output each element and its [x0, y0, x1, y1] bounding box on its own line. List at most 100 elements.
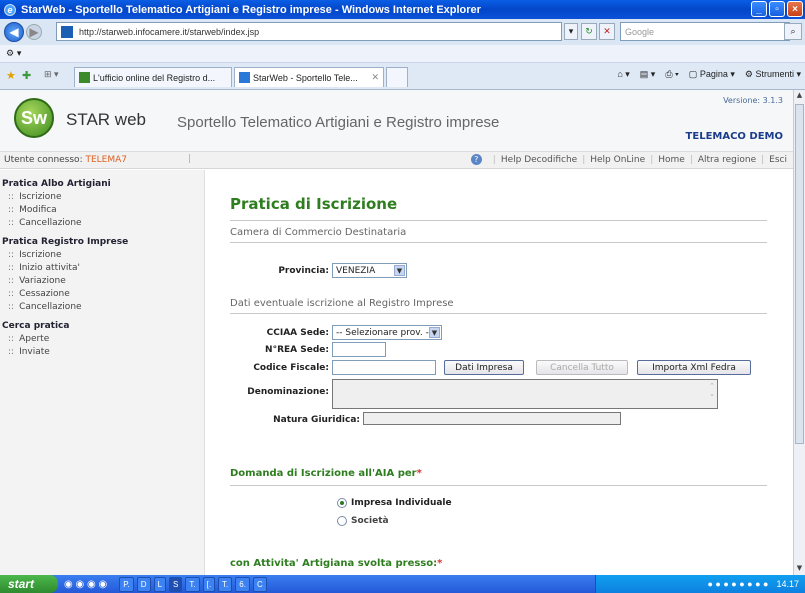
divider — [230, 242, 767, 243]
address-toolbar: ◀ ▶ http://starweb.infocamere.it/starweb… — [0, 19, 805, 45]
radio-societa[interactable]: Società — [337, 516, 389, 526]
sidebar-item-ri-cancellazione[interactable]: :: Cancellazione — [0, 299, 204, 312]
required-mark: * — [416, 468, 422, 479]
sidebar-item-albo-cancellazione[interactable]: :: Cancellazione — [0, 215, 204, 228]
divider — [230, 220, 767, 221]
scroll-down-icon[interactable]: ▼ — [795, 564, 804, 574]
connected-user: Utente connesso: TELEMA7 — [4, 155, 128, 165]
denominazione-label: Denominazione: — [247, 387, 329, 397]
maximize-button[interactable]: ▫ — [769, 1, 785, 17]
search-input[interactable]: Google — [620, 22, 790, 41]
dati-impresa-button[interactable]: Dati Impresa — [444, 360, 524, 375]
tools-menu[interactable]: ⚙ Strumenti ▾ — [745, 69, 801, 80]
tab-label: StarWeb - Sportello Tele... — [253, 72, 358, 83]
cancella-tutto-button[interactable]: Cancella Tutto — [536, 360, 628, 375]
tab-label: L'ufficio online del Registro d... — [93, 72, 216, 83]
favorites-star-icon[interactable]: ★ — [6, 69, 16, 82]
sidebar-item-ri-cessazione[interactable]: :: Cessazione — [0, 286, 204, 299]
tab-favicon — [239, 72, 250, 83]
registro-section-title: Dati eventuale iscrizione al Registro Im… — [230, 298, 454, 309]
radio-selected-icon — [337, 498, 347, 508]
help-icon[interactable]: ? — [470, 154, 482, 165]
sidebar-section-registro: Pratica Registro Imprese — [2, 237, 129, 247]
taskbar-item[interactable]: L — [153, 576, 167, 592]
sidebar-item-ri-iscrizione[interactable]: :: Iscrizione — [0, 247, 204, 260]
natura-giuridica-input[interactable] — [363, 412, 621, 425]
cciaa-label: CCIAA Sede: — [266, 328, 329, 338]
tab-registro[interactable]: L'ufficio online del Registro d... — [74, 67, 232, 87]
search-placeholder: Google — [625, 26, 655, 37]
tab-starweb[interactable]: StarWeb - Sportello Tele... ✕ — [234, 67, 384, 87]
toolbar-extra-icon[interactable]: ⚙ ▾ — [6, 49, 21, 59]
site-favicon — [61, 26, 73, 38]
sidebar-item-albo-modifica[interactable]: :: Modifica — [0, 202, 204, 215]
taskbar-item[interactable]: P. — [119, 576, 134, 592]
back-button[interactable]: ◀ — [4, 22, 24, 42]
page-scrollbar[interactable]: ▲ ▼ — [793, 90, 805, 575]
tab-close-icon[interactable]: ✕ — [371, 72, 379, 83]
feeds-icon[interactable]: ▤ ▾ — [640, 69, 656, 80]
sidebar-item-inviate[interactable]: :: Inviate — [0, 344, 204, 357]
chevron-down-icon: ▼ — [394, 265, 405, 276]
taskbar-item[interactable]: C — [252, 576, 267, 592]
link-altra-regione[interactable]: Altra regione — [698, 155, 756, 165]
sidebar-section-albo: Pratica Albo Artigiani — [2, 179, 111, 189]
page-menu[interactable]: ▢ Pagina ▾ — [689, 69, 735, 80]
app-title: Sportello Telematico Artigiani e Registr… — [177, 114, 500, 131]
codice-fiscale-label: Codice Fiscale: — [253, 363, 329, 373]
address-dropdown-icon[interactable]: ▾ — [564, 23, 578, 40]
nrea-input[interactable] — [332, 342, 386, 357]
tab-favicon — [79, 72, 90, 83]
scroll-up-icon[interactable]: ▲ — [795, 91, 804, 101]
clock: 14.17 — [776, 579, 799, 589]
taskbar-item[interactable]: S — [169, 576, 183, 592]
quick-tabs-icon[interactable]: ⊞ ▾ — [44, 69, 59, 80]
divider — [230, 485, 767, 486]
codice-fiscale-input[interactable] — [332, 360, 436, 375]
brand-name: STAR web — [66, 110, 146, 129]
quick-launch-icons[interactable]: ◉ ◉ ◉ ◉ — [64, 579, 107, 590]
starweb-logo: Sw — [14, 98, 54, 138]
denominazione-textarea[interactable]: ⌃ ⌄ — [332, 379, 718, 409]
sidebar-item-albo-iscrizione[interactable]: :: Iscrizione — [0, 189, 204, 202]
user-bar: Utente connesso: TELEMA7 | ? | Help Deco… — [0, 152, 793, 169]
provincia-label: Provincia: — [278, 266, 329, 276]
tray-icons[interactable]: ● ● ● ● ● ● ● ● — [707, 579, 768, 589]
add-favorite-icon[interactable]: ✚ — [22, 69, 31, 82]
search-icon[interactable]: ⌕ — [784, 23, 802, 40]
natura-giuridica-label: Natura Giuridica: — [273, 415, 360, 425]
link-esci[interactable]: Esci — [769, 155, 787, 165]
link-help-online[interactable]: Help OnLine — [590, 155, 645, 165]
divider — [230, 313, 767, 314]
forward-button[interactable]: ▶ — [26, 24, 42, 40]
sidebar-item-ri-variazione[interactable]: :: Variazione — [0, 273, 204, 286]
taskbar-item[interactable]: [. — [202, 576, 216, 592]
start-button[interactable]: start — [0, 575, 58, 593]
ie-icon: e — [4, 3, 16, 16]
link-home[interactable]: Home — [658, 155, 685, 165]
username: TELEMA7 — [85, 155, 128, 165]
web-page: Sw STAR web Sportello Telematico Artigia… — [0, 90, 793, 575]
stop-icon[interactable]: ✕ — [599, 23, 615, 40]
cciaa-select[interactable]: -- Selezionare prov. -- ▼ — [332, 325, 442, 340]
link-help-decodifiche[interactable]: Help Decodifiche — [501, 155, 577, 165]
print-icon[interactable]: ⎙ ▾ — [665, 69, 678, 80]
close-button[interactable]: × — [787, 1, 803, 17]
scroll-arrows-icon: ⌃ ⌄ — [709, 382, 715, 398]
taskbar-item[interactable]: T. — [218, 576, 233, 592]
attivita-heading: con Attivita' Artigiana svolta presso:* — [230, 558, 443, 569]
taskbar-item[interactable]: T. — [185, 576, 200, 592]
address-bar[interactable]: http://starweb.infocamere.it/starweb/ind… — [56, 22, 562, 41]
provincia-select[interactable]: VENEZIA ▼ — [332, 263, 407, 278]
sidebar-item-ri-inizio-attivita[interactable]: :: Inizio attivita' — [0, 260, 204, 273]
refresh-icon[interactable]: ↻ — [581, 23, 597, 40]
sidebar-item-aperte[interactable]: :: Aperte — [0, 331, 204, 344]
radio-impresa-individuale[interactable]: Impresa Individuale — [337, 498, 452, 508]
importa-xml-button[interactable]: Importa Xml Fedra — [637, 360, 751, 375]
scroll-thumb[interactable] — [795, 104, 804, 444]
taskbar-item[interactable]: 6. — [235, 576, 250, 592]
home-icon[interactable]: ⌂ ▾ — [617, 69, 629, 80]
taskbar-item[interactable]: D — [136, 576, 151, 592]
new-tab-button[interactable] — [386, 67, 408, 87]
minimize-button[interactable]: _ — [751, 1, 767, 17]
